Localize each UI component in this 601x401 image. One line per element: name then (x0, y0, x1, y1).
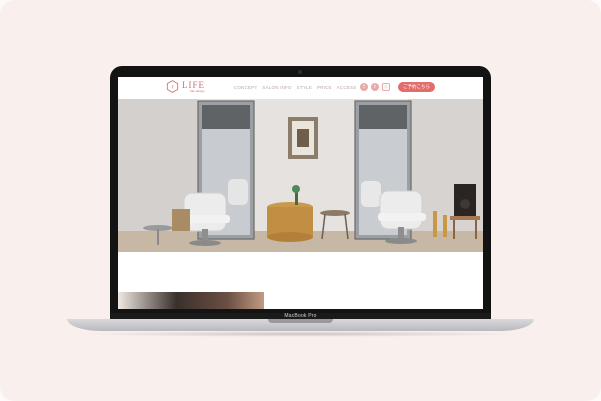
laptop-notch (268, 319, 333, 323)
salon-interior-photo (118, 99, 483, 252)
camera-icon (298, 70, 302, 74)
facebook-icon[interactable]: f (360, 83, 368, 91)
laptop-lid: ℓ LIFE hair design CONCEPT SALON INFO ST… (110, 66, 491, 319)
laptop-shadow (75, 331, 526, 337)
site-header: ℓ LIFE hair design CONCEPT SALON INFO ST… (118, 77, 483, 99)
laptop-screen: ℓ LIFE hair design CONCEPT SALON INFO ST… (118, 77, 483, 309)
social-links: f t ◎ (360, 83, 390, 91)
reserve-button[interactable]: ご予約こちら (398, 82, 435, 92)
instagram-icon[interactable]: ◎ (382, 83, 390, 91)
nav-item-style[interactable]: STYLE (297, 85, 312, 90)
svg-text:ℓ: ℓ (171, 84, 174, 90)
nav-item-concept[interactable]: CONCEPT (234, 85, 257, 90)
nav-item-access[interactable]: ACCESS (337, 85, 357, 90)
nav-item-salon-info[interactable]: SALON INFO (262, 85, 291, 90)
mockup-background: ℓ LIFE hair design CONCEPT SALON INFO ST… (0, 0, 601, 401)
logo-hexagon-icon: ℓ (166, 80, 179, 93)
content-image (118, 292, 264, 309)
logo-subtitle: hair design (190, 88, 205, 93)
hero-image (118, 99, 483, 252)
site-logo[interactable]: ℓ LIFE hair design (166, 80, 205, 93)
main-nav: CONCEPT SALON INFO STYLE PRICE ACCESS (234, 85, 356, 90)
twitter-icon[interactable]: t (371, 83, 379, 91)
nav-item-price[interactable]: PRICE (317, 85, 332, 90)
